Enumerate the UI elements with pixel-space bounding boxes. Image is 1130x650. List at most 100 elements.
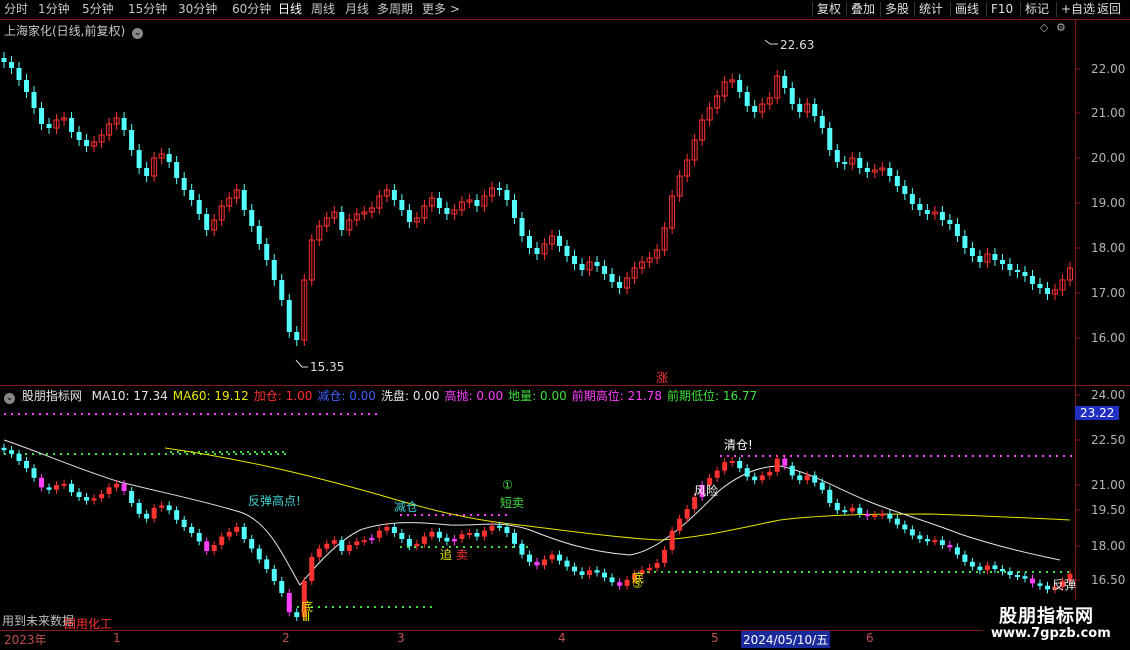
tab-period-7[interactable]: 周线 (311, 2, 335, 17)
dot-line-low (864, 571, 866, 573)
dot-line-low (1018, 571, 1020, 573)
tab-period-3[interactable]: 15分钟 (128, 2, 167, 17)
ind-candle-body (947, 545, 953, 548)
ind-candle-body (39, 477, 45, 488)
candle-body (511, 200, 517, 218)
candle-body (564, 246, 570, 256)
ind-candle-body (969, 561, 975, 567)
price-tick: 18.00 (1091, 241, 1126, 255)
chart-canvas[interactable]: 22.63 15.35 涨 (0, 0, 1130, 650)
dot-line-low (976, 571, 978, 573)
candle-body (572, 256, 578, 264)
ind-candle-body (219, 536, 225, 545)
candle-body (1014, 270, 1020, 272)
dot-line-high (137, 413, 139, 415)
tab-period-1[interactable]: 1分钟 (38, 2, 70, 17)
settings-icon[interactable]: ⚙ (1056, 21, 1066, 34)
dot-line-low (318, 606, 320, 608)
toolbar-button-1[interactable]: 叠加 (846, 2, 879, 17)
toolbar-button-2[interactable]: 多股 (880, 2, 913, 17)
ind-candle-body (557, 554, 563, 561)
dot-line-high (263, 413, 265, 415)
toolbar-button-8[interactable]: 返回 (1092, 2, 1125, 17)
dot-line-low (172, 453, 174, 455)
dot-line-low (212, 451, 214, 453)
ind-candle-body (391, 527, 397, 533)
tab-period-2[interactable]: 5分钟 (82, 2, 114, 17)
indicator-item-value: 0.00 (536, 389, 567, 403)
ind-candle-body (609, 577, 615, 583)
dot-line-low (60, 453, 62, 455)
dot-line-low (512, 546, 514, 548)
candle-body (504, 190, 510, 200)
dot-line-low (275, 451, 277, 453)
ind-candle-body (444, 537, 450, 542)
tab-period-6[interactable]: 日线 (278, 2, 302, 17)
ind-candle-body (331, 540, 337, 544)
ind-candle-body (174, 510, 180, 520)
tab-period-10[interactable]: 更多 > (422, 2, 460, 17)
ind-candle-body (962, 554, 968, 562)
dot-line-high (305, 413, 307, 415)
toolbar-button-0[interactable]: 复权 (812, 2, 845, 17)
ind-candle-body (54, 485, 60, 490)
candle-body (594, 262, 600, 266)
ind-candle-body (542, 559, 548, 566)
toolbar-button-4[interactable]: 画线 (950, 2, 983, 17)
dot-line-low (941, 571, 943, 573)
toolbar-button-3[interactable]: 统计 (914, 2, 947, 17)
dot-line-low (226, 451, 228, 453)
dot-line-low (414, 546, 416, 548)
dot-line-high (25, 413, 27, 415)
toolbar-button-5[interactable]: F10 (986, 2, 1017, 17)
indicator-item: 加仓: 1.00 (254, 389, 313, 403)
dot-line-low (109, 453, 111, 455)
stock-title: 上海家化(日线,前复权) (4, 24, 126, 38)
dot-line-low (221, 453, 223, 455)
dot-line-high (116, 413, 118, 415)
ind-candle-body (346, 545, 352, 551)
dot-line-low (808, 571, 810, 573)
chevron-down-icon[interactable]: ⌄ (132, 28, 144, 39)
candle-body (271, 260, 277, 280)
dot-line-high (923, 455, 925, 457)
tab-period-0[interactable]: 分时 (4, 2, 28, 17)
chevron-down-icon[interactable]: ⌄ (4, 393, 15, 404)
ind-candle-body (339, 540, 345, 551)
ind-candle-body (954, 547, 960, 555)
tab-period-5[interactable]: 60分钟 (232, 2, 271, 17)
date-month: 2 (282, 631, 290, 645)
candle-body (436, 198, 442, 208)
dot-line-high (1000, 455, 1002, 457)
ind-candle-body (684, 509, 690, 519)
ind-candle-body (159, 505, 165, 508)
dot-line-high (249, 413, 251, 415)
ind-candle-body (992, 565, 998, 569)
dot-line-low (407, 546, 409, 548)
dot-line-low (878, 571, 880, 573)
diamond-icon[interactable]: ◇ (1040, 21, 1048, 34)
dot-line-low (228, 453, 230, 455)
tab-period-8[interactable]: 月线 (345, 2, 369, 17)
indicator-tick: 21.00 (1091, 478, 1126, 492)
date-month: 5 (711, 631, 719, 645)
candle-body (609, 274, 615, 282)
dot-line-high (853, 455, 855, 457)
toolbar-button-6[interactable]: 标记 (1020, 2, 1053, 17)
candle-body (39, 108, 45, 124)
dot-line-high (755, 455, 757, 457)
dot-line-low (759, 571, 761, 573)
candle-body (1044, 288, 1050, 294)
dot-line-low (256, 453, 258, 455)
candle-body (444, 208, 450, 214)
dot-line-high (277, 413, 279, 415)
dot-line-high (804, 455, 806, 457)
dot-line-high (435, 514, 437, 516)
ind-candle-body (729, 461, 735, 463)
dot-line-low (325, 606, 327, 608)
dot-line-high (986, 455, 988, 457)
tab-period-9[interactable]: 多周期 (377, 2, 413, 17)
ind-candle-body (864, 513, 870, 517)
date-axis: 2023年 1 2 3 4 5 6 2024/05/10/五 (0, 630, 1075, 650)
tab-period-4[interactable]: 30分钟 (178, 2, 217, 17)
